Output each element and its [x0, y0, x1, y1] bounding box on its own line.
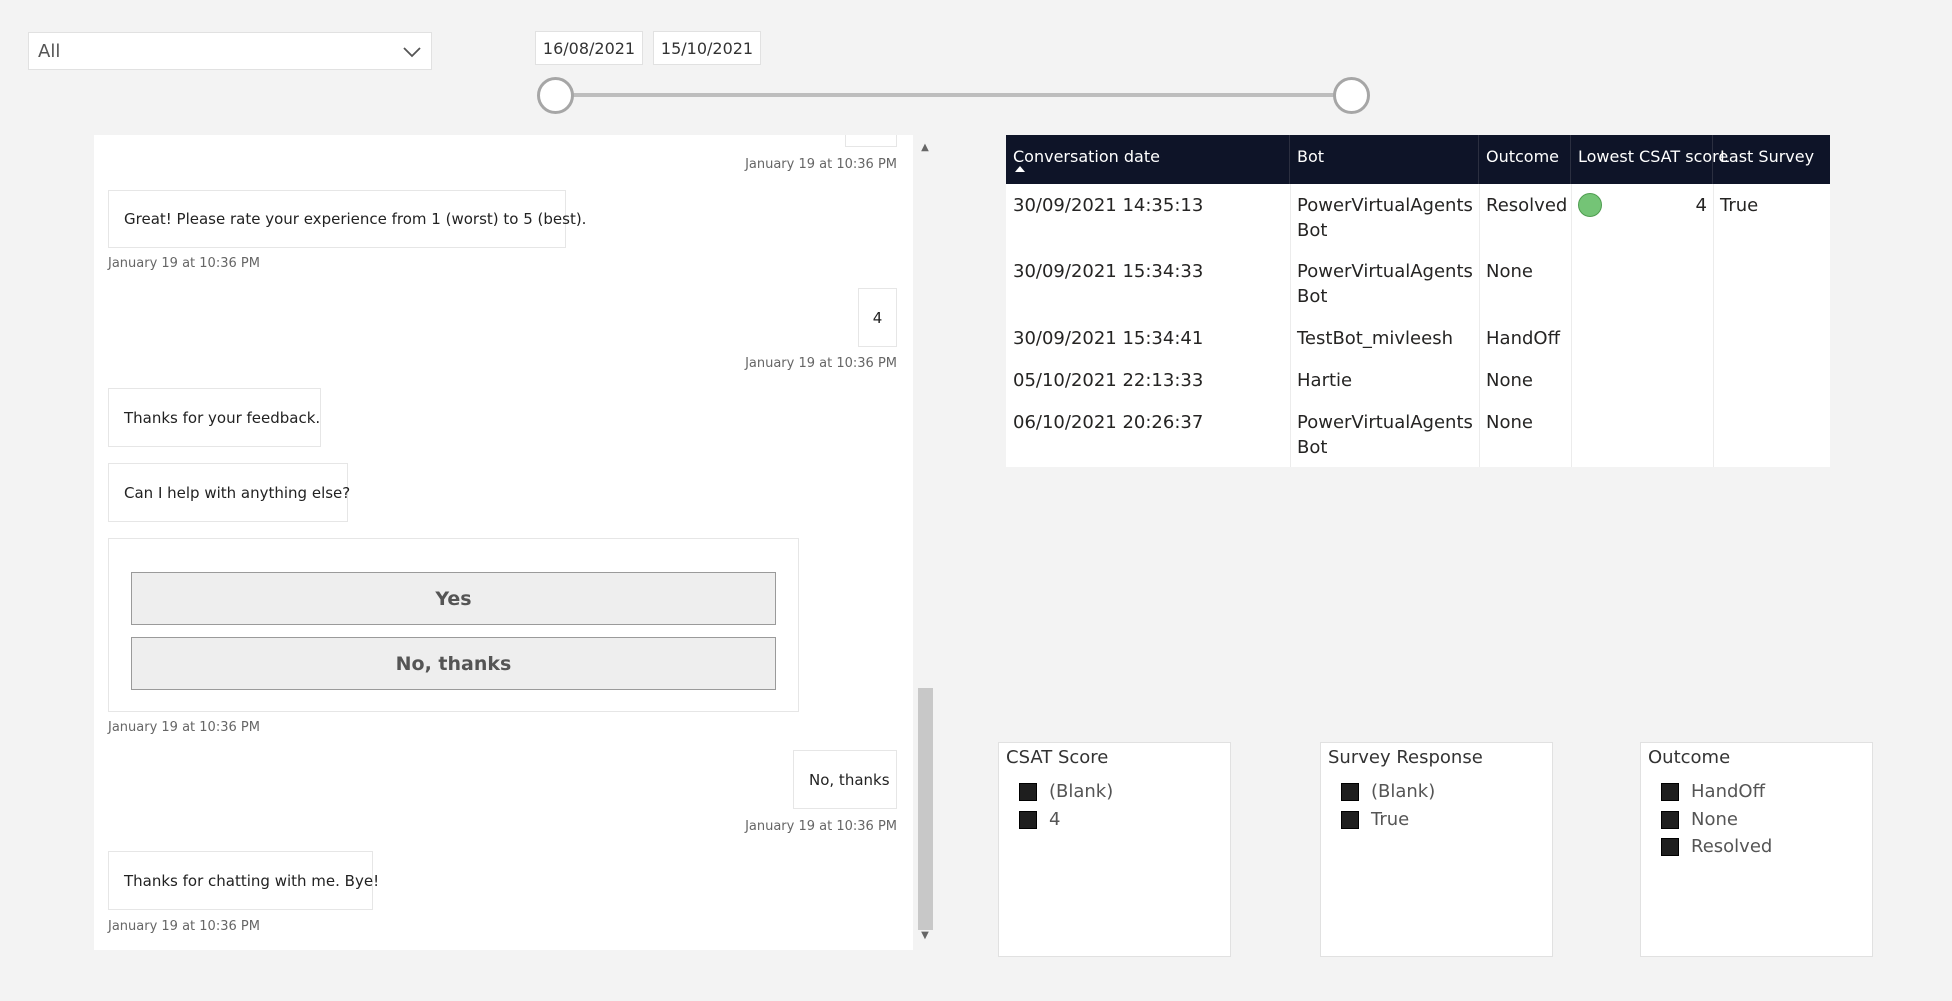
slicer-title: CSAT Score [1006, 747, 1109, 768]
user-message-bubble: No, thanks [793, 750, 897, 809]
slicer-option[interactable]: True [1341, 809, 1409, 830]
cell-bot: PowerVirtualAgents Bot [1297, 195, 1473, 241]
slicer-survey-response: Survey Response (Blank) True [1320, 742, 1553, 957]
date-start-input[interactable]: 16/08/2021 [535, 31, 643, 65]
date-range-start-handle[interactable] [537, 77, 574, 114]
slicer-outcome: Outcome HandOff None Resolved [1640, 742, 1873, 957]
table-header: Conversation date Bot Outcome Lowest CSA… [1006, 135, 1830, 184]
date-range-end-handle[interactable] [1333, 77, 1370, 114]
checkbox-icon[interactable] [1661, 782, 1679, 801]
suggested-actions-card: Yes No, thanks [108, 538, 799, 712]
message-timestamp: January 19 at 10:36 PM [108, 256, 260, 271]
filter-dropdown-value: All [38, 40, 61, 62]
date-end-input[interactable]: 15/10/2021 [653, 31, 761, 65]
scroll-up-icon[interactable]: ▲ [919, 142, 931, 154]
user-message-bubble: 4 [858, 288, 897, 347]
cell-bot: Hartie [1297, 370, 1353, 391]
cell-outcome: None [1486, 412, 1533, 433]
cell-last-survey: True [1720, 195, 1759, 216]
checkbox-icon[interactable] [1341, 782, 1359, 801]
checkbox-icon[interactable] [1019, 810, 1037, 829]
date-range-slider-track[interactable] [555, 93, 1351, 97]
message-timestamp: January 19 at 10:36 PM [745, 819, 897, 834]
checkbox-icon[interactable] [1661, 837, 1679, 856]
cell-outcome: None [1486, 370, 1533, 391]
checkbox-icon[interactable] [1019, 782, 1037, 801]
bot-message-bubble: Thanks for chatting with me. Bye! [108, 851, 379, 910]
column-header-bot[interactable]: Bot [1290, 135, 1479, 184]
checkbox-icon[interactable] [1661, 810, 1679, 829]
slicer-option[interactable]: Resolved [1661, 836, 1772, 857]
cell-conversation-date: 05/10/2021 22:13:33 [1013, 370, 1204, 391]
slicer-title: Outcome [1648, 747, 1731, 768]
column-header-conversation-date[interactable]: Conversation date [1006, 135, 1290, 184]
slicer-option[interactable]: HandOff [1661, 781, 1765, 802]
message-timestamp: January 19 at 10:36 PM [108, 919, 260, 934]
column-header-last-survey[interactable]: Last Survey [1713, 135, 1830, 184]
slicer-option[interactable]: 4 [1019, 809, 1060, 830]
cell-conversation-date: 30/09/2021 15:34:41 [1013, 328, 1204, 349]
column-header-outcome[interactable]: Outcome [1479, 135, 1571, 184]
chat-scrollbar-thumb[interactable] [918, 688, 933, 930]
cell-bot: PowerVirtualAgents Bot [1297, 261, 1473, 307]
bot-message-bubble: Great! Please rate your experience from … [108, 190, 586, 248]
user-message-bubble [845, 135, 897, 147]
chevron-down-icon [403, 47, 421, 58]
cell-bot: PowerVirtualAgents Bot [1297, 412, 1473, 458]
conversations-table: Conversation date Bot Outcome Lowest CSA… [1006, 135, 1830, 467]
message-timestamp: January 19 at 10:36 PM [108, 720, 260, 735]
cell-conversation-date: 30/09/2021 15:34:33 [1013, 261, 1204, 282]
cell-outcome: Resolved [1486, 195, 1568, 216]
yes-button[interactable]: Yes [131, 572, 776, 625]
message-timestamp: January 19 at 10:36 PM [745, 157, 897, 172]
slicer-option[interactable]: (Blank) [1341, 781, 1435, 802]
bot-message-bubble: Can I help with anything else? [108, 463, 350, 522]
cell-outcome: None [1486, 261, 1533, 282]
no-thanks-button[interactable]: No, thanks [131, 637, 776, 690]
sort-ascending-icon [1015, 166, 1025, 172]
column-header-lowest-csat[interactable]: Lowest CSAT score [1571, 135, 1728, 184]
cell-csat-score: 4 [1695, 195, 1707, 216]
scroll-down-icon[interactable]: ▼ [919, 930, 931, 942]
bot-message-bubble: Thanks for your feedback. [108, 388, 321, 447]
slicer-option[interactable]: None [1661, 809, 1738, 830]
slicer-csat-score: CSAT Score (Blank) 4 [998, 742, 1231, 957]
checkbox-icon[interactable] [1341, 810, 1359, 829]
slicer-title: Survey Response [1328, 747, 1483, 768]
chat-transcript[interactable]: January 19 at 10:36 PM Great! Please rat… [94, 135, 913, 950]
cell-bot: TestBot_mivleesh [1297, 328, 1453, 349]
filter-dropdown[interactable]: All [28, 32, 432, 70]
cell-conversation-date: 06/10/2021 20:26:37 [1013, 412, 1204, 433]
slicer-option[interactable]: (Blank) [1019, 781, 1113, 802]
cell-conversation-date: 30/09/2021 14:35:13 [1013, 195, 1204, 216]
message-timestamp: January 19 at 10:36 PM [745, 356, 897, 371]
cell-outcome: HandOff [1486, 328, 1560, 349]
